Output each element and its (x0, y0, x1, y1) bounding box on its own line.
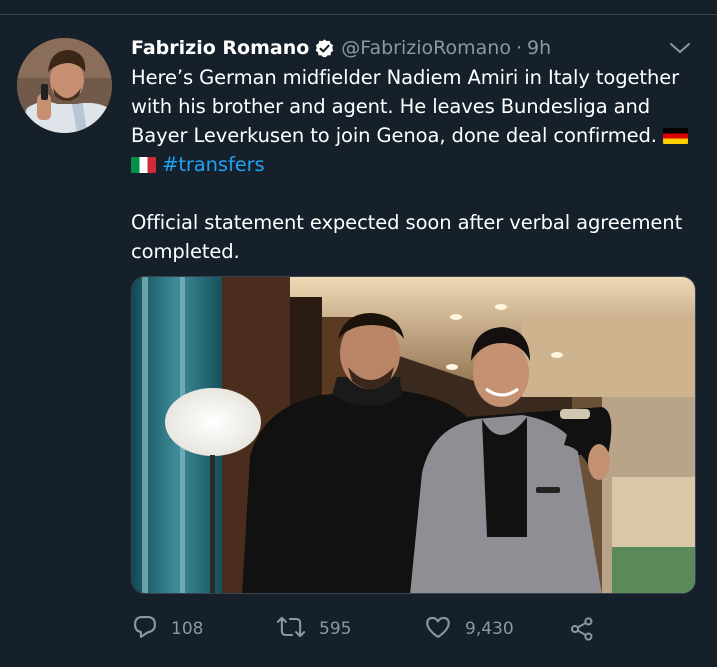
tweet-header: Fabrizio Romano @FabrizioRomano · 9h (131, 35, 551, 61)
avatar[interactable] (17, 38, 112, 133)
tweet-text-paragraph-2: Official statement expected soon after v… (131, 211, 683, 263)
tweet-actions: 108 595 9,430 (131, 612, 611, 646)
share-icon (568, 617, 596, 647)
hashtag-link[interactable]: #transfers (162, 153, 265, 176)
heart-icon (423, 613, 453, 645)
chevron-down-icon[interactable] (668, 38, 692, 58)
top-divider (0, 14, 717, 15)
verified-badge-icon (314, 38, 335, 59)
tweet-text-body: Here’s German midfielder Nadiem Amiri in… (131, 66, 680, 147)
tweet-time[interactable]: 9h (527, 37, 551, 59)
retweet-button[interactable]: 595 (275, 612, 351, 646)
reply-button[interactable]: 108 (131, 612, 203, 646)
tweet-photo[interactable] (131, 276, 696, 594)
reply-icon (131, 613, 159, 645)
share-button[interactable] (568, 615, 596, 647)
germany-flag-icon (662, 128, 688, 144)
italy-flag-icon (131, 157, 156, 173)
time-separator: · (515, 37, 522, 59)
author-handle[interactable]: @FabrizioRomano (341, 37, 511, 59)
retweet-icon (275, 613, 307, 645)
tweet-text: Here’s German midfielder Nadiem Amiri in… (131, 63, 696, 266)
reply-count: 108 (171, 619, 204, 639)
like-button[interactable]: 9,430 (423, 612, 514, 646)
retweet-count: 595 (319, 619, 352, 639)
author-name[interactable]: Fabrizio Romano (131, 37, 309, 59)
like-count: 9,430 (465, 619, 514, 639)
